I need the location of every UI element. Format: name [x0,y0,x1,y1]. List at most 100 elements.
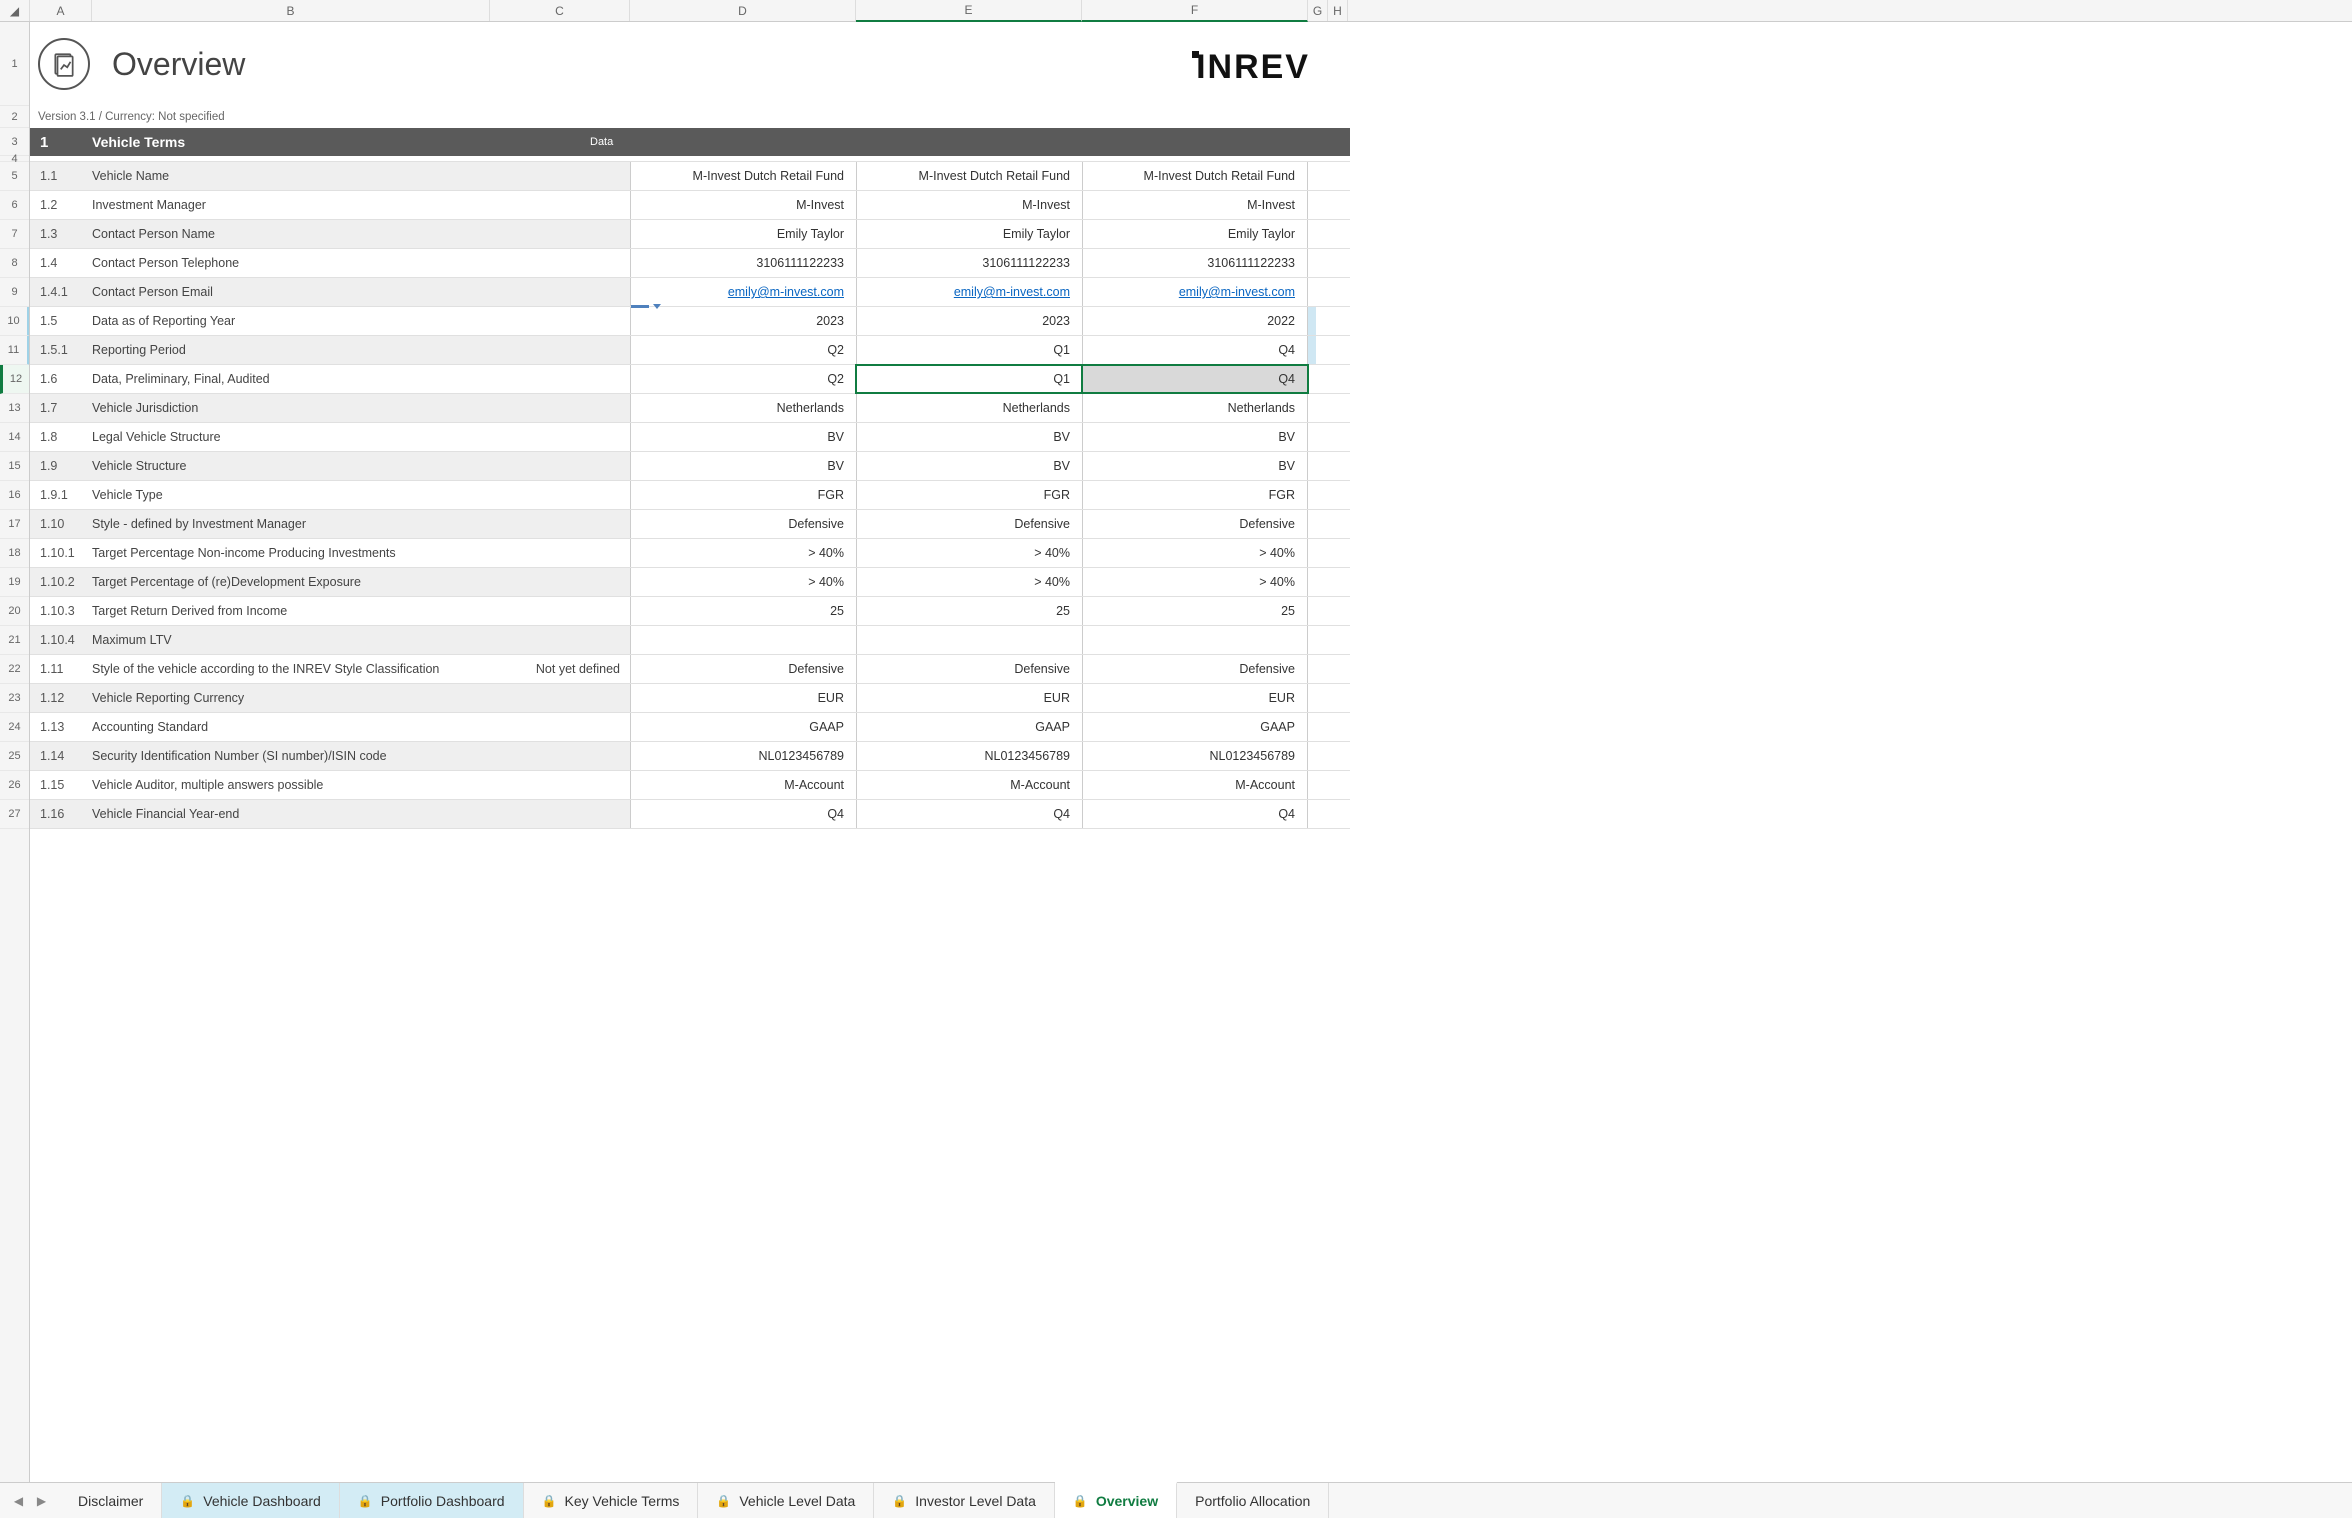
cell-F[interactable]: NL0123456789 [1082,742,1308,770]
tab-disclaimer[interactable]: Disclaimer [60,1483,162,1518]
cell-D[interactable]: emily@m-invest.com [630,278,856,306]
cell-F[interactable]: 3106111122233 [1082,249,1308,277]
tab-vehicle-dashboard[interactable]: 🔒Vehicle Dashboard [162,1483,339,1518]
cell-E[interactable]: FGR [856,481,1082,509]
row-header-13[interactable]: 13 [0,394,29,423]
cell-F[interactable]: M-Account [1082,771,1308,799]
row-header-7[interactable]: 7 [0,220,29,249]
cell-E[interactable]: Emily Taylor [856,220,1082,248]
cell-E[interactable]: Defensive [856,510,1082,538]
cell-F[interactable]: M-Invest Dutch Retail Fund [1082,162,1308,190]
row-header-25[interactable]: 25 [0,742,29,771]
tab-portfolio-allocation[interactable]: Portfolio Allocation [1177,1483,1329,1518]
cell-F[interactable]: 2022 [1082,307,1308,335]
cell-D[interactable]: Netherlands [630,394,856,422]
row-header-23[interactable]: 23 [0,684,29,713]
cell-D[interactable]: > 40% [630,539,856,567]
cell-E[interactable]: 2023 [856,307,1082,335]
cell-D[interactable]: BV [630,452,856,480]
cell-D[interactable]: M-Account [630,771,856,799]
cell-D[interactable]: 25 [630,597,856,625]
row-header-20[interactable]: 20 [0,597,29,626]
row-header-10[interactable]: 10 [0,307,30,336]
cell-F[interactable]: Q4 [1082,365,1308,393]
tab-prev-icon[interactable]: ◀ [14,1494,23,1508]
row-header-12[interactable]: 12 [0,365,29,394]
cell-E[interactable]: Q1 [856,336,1082,364]
tab-portfolio-dashboard[interactable]: 🔒Portfolio Dashboard [340,1483,524,1518]
row-header-14[interactable]: 14 [0,423,29,452]
row-header-26[interactable]: 26 [0,771,29,800]
col-header-C[interactable]: C [490,0,630,21]
cell-F[interactable]: emily@m-invest.com [1082,278,1308,306]
col-header-E[interactable]: E [856,0,1082,22]
cell-D[interactable]: Q4 [630,800,856,828]
cell-F[interactable]: GAAP [1082,713,1308,741]
cell-F[interactable]: > 40% [1082,568,1308,596]
cell-D[interactable]: M-Invest Dutch Retail Fund [630,162,856,190]
cell-E[interactable]: M-Invest [856,191,1082,219]
col-header-G[interactable]: G [1308,0,1328,21]
cell-E[interactable] [856,626,1082,654]
cell-F[interactable]: BV [1082,452,1308,480]
row-header-27[interactable]: 27 [0,800,29,829]
row-header-1[interactable]: 1 [0,22,29,106]
tab-vehicle-level-data[interactable]: 🔒Vehicle Level Data [698,1483,874,1518]
row-header-11[interactable]: 11 [0,336,30,365]
cell-E[interactable]: 25 [856,597,1082,625]
cell-E[interactable]: Q4 [856,800,1082,828]
cell-E[interactable]: M-Account [856,771,1082,799]
col-header-H[interactable]: H [1328,0,1348,21]
row-header-16[interactable]: 16 [0,481,29,510]
cell-F[interactable]: Defensive [1082,655,1308,683]
cell-E[interactable]: EUR [856,684,1082,712]
cell-D[interactable]: BV [630,423,856,451]
row-header-19[interactable]: 19 [0,568,29,597]
col-header-B[interactable]: B [92,0,490,21]
cell-F[interactable]: Defensive [1082,510,1308,538]
cell-E[interactable]: emily@m-invest.com [856,278,1082,306]
cell-E[interactable]: NL0123456789 [856,742,1082,770]
tab-next-icon[interactable]: ▶ [37,1494,46,1508]
cell-F[interactable]: Q4 [1082,800,1308,828]
row-header-21[interactable]: 21 [0,626,29,655]
cell-E[interactable]: BV [856,423,1082,451]
cell-D[interactable]: M-Invest [630,191,856,219]
email-link[interactable]: emily@m-invest.com [1179,285,1295,299]
row-header-18[interactable]: 18 [0,539,29,568]
cell-F[interactable]: Netherlands [1082,394,1308,422]
cell-D[interactable] [630,626,856,654]
spreadsheet-content[interactable]: Overview INREV Version 3.1 / Currency: N… [30,22,2352,1482]
cell-F[interactable]: EUR [1082,684,1308,712]
cell-D[interactable]: Defensive [630,655,856,683]
row-header-22[interactable]: 22 [0,655,29,684]
cell-E[interactable]: M-Invest Dutch Retail Fund [856,162,1082,190]
cell-D[interactable]: Q2 [630,365,856,393]
email-link[interactable]: emily@m-invest.com [954,285,1070,299]
row-header-8[interactable]: 8 [0,249,29,278]
cell-D[interactable]: Defensive [630,510,856,538]
cell-D[interactable]: EUR [630,684,856,712]
tab-key-vehicle-terms[interactable]: 🔒Key Vehicle Terms [524,1483,699,1518]
row-header-2[interactable]: 2 [0,106,29,128]
row-header-24[interactable]: 24 [0,713,29,742]
col-header-F[interactable]: F [1082,0,1308,22]
cell-F[interactable]: BV [1082,423,1308,451]
tab-investor-level-data[interactable]: 🔒Investor Level Data [874,1483,1055,1518]
cell-F[interactable]: FGR [1082,481,1308,509]
row-header-9[interactable]: 9 [0,278,29,307]
cell-D[interactable]: Emily Taylor [630,220,856,248]
cell-D[interactable]: FGR [630,481,856,509]
row-header-6[interactable]: 6 [0,191,29,220]
email-link[interactable]: emily@m-invest.com [728,285,844,299]
cell-F[interactable]: M-Invest [1082,191,1308,219]
cell-E[interactable]: Netherlands [856,394,1082,422]
cell-F[interactable] [1082,626,1308,654]
cell-D[interactable]: Q2 [630,336,856,364]
cell-E[interactable]: 3106111122233 [856,249,1082,277]
cell-D[interactable]: > 40% [630,568,856,596]
cell-F[interactable]: Q4 [1082,336,1308,364]
tab-overview[interactable]: 🔒Overview [1055,1482,1177,1518]
row-header-17[interactable]: 17 [0,510,29,539]
row-header-15[interactable]: 15 [0,452,29,481]
